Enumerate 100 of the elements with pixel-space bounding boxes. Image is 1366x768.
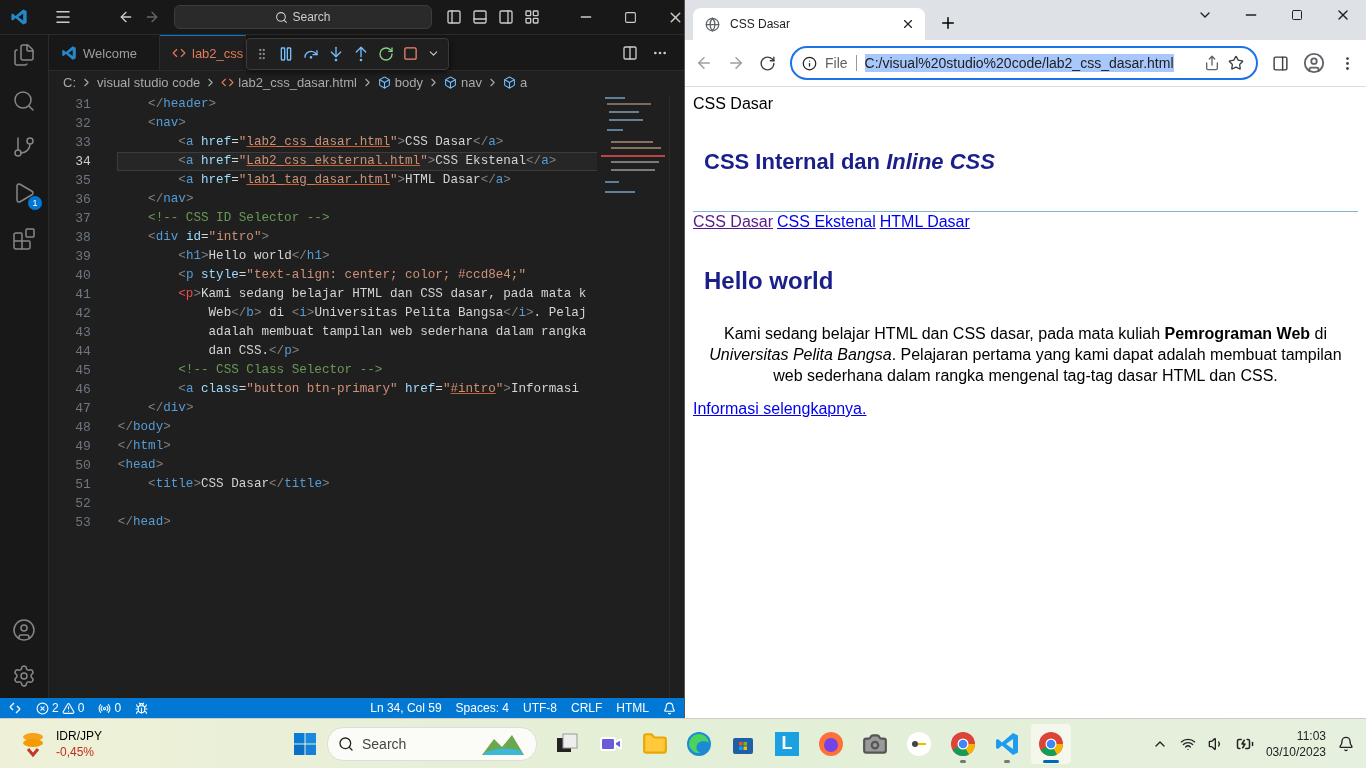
taskbar-search-field[interactable]: Search [327, 726, 537, 761]
code-line: <title>CSS Dasar</title> [147, 476, 331, 493]
line-number: 35 [74, 172, 91, 190]
warning-icon [61, 701, 75, 715]
bell-icon[interactable] [663, 701, 676, 715]
code-line: </header> [147, 96, 218, 113]
chrome-icon [1038, 730, 1064, 757]
restart-icon[interactable] [378, 45, 395, 62]
line-number: 48 [74, 419, 91, 437]
code-line: <!-- CSS Class Selector --> [177, 362, 384, 379]
split-editor-icon[interactable] [622, 44, 638, 61]
search-icon[interactable] [12, 89, 36, 113]
editor-tab[interactable]: lab2_css [160, 35, 247, 70]
forward-icon[interactable] [144, 9, 160, 25]
line-number: 53 [74, 514, 91, 532]
panel-bottom-icon[interactable] [472, 9, 488, 25]
address-bar[interactable]: File C:/visual%20studio%20code/lab2_css_dasar.html [790, 46, 1258, 80]
indent-status[interactable]: Spaces: 4 [455, 701, 509, 715]
running-indicator [1043, 759, 1059, 763]
code-line: <p style="text-align: center; color; #ccd8e4;" [177, 267, 527, 284]
ports-status[interactable]: 0 [98, 701, 122, 715]
code-line: <p>Kami sedang belajar HTML dan CSS dasar, pada mata k [177, 286, 588, 303]
line-number: 37 [74, 210, 91, 228]
code-line: <a class="button btn-primary" href="#intro">Informasi [177, 381, 580, 398]
cursor-position[interactable]: Ln 34, Col 59 [370, 701, 442, 715]
chrome-icon [950, 730, 976, 757]
line-number: 49 [74, 438, 91, 456]
line-number: 34 [74, 153, 91, 171]
line-number: 51 [74, 476, 91, 494]
breadcrumb-item[interactable]: C: [63, 74, 76, 90]
breadcrumb-item[interactable]: a [520, 74, 528, 90]
new-tab-icon[interactable] [939, 14, 957, 32]
code-line: dan CSS.</p> [207, 343, 301, 360]
language-status[interactable]: HTML [616, 701, 649, 715]
running-indicator [960, 759, 966, 763]
nav-link[interactable]: CSS Ekstenal [777, 213, 876, 231]
back-icon[interactable] [118, 9, 134, 25]
ticker-label: IDR/JPY [56, 727, 102, 744]
line-number: 45 [74, 362, 91, 380]
reload-icon[interactable] [759, 54, 776, 72]
breadcrumb-item[interactable]: visual studio code [97, 74, 201, 90]
browser-tab[interactable]: CSS Dasar [693, 8, 925, 40]
breadcrumb-item[interactable]: body [394, 74, 424, 90]
line-number: 32 [74, 115, 91, 133]
settings-icon[interactable] [12, 664, 36, 688]
clock[interactable]: 11:03 03/10/2023 [1265, 727, 1326, 760]
files-icon[interactable] [12, 43, 36, 67]
share-icon[interactable] [1204, 55, 1220, 71]
line-number: 46 [74, 381, 91, 399]
line-number: 43 [74, 324, 91, 342]
windows-start-icon[interactable] [293, 731, 317, 756]
command-search-field[interactable]: Search [174, 5, 432, 29]
forward-icon[interactable] [727, 54, 745, 72]
blocks-icon[interactable] [12, 227, 36, 251]
line-number: 31 [74, 96, 91, 114]
code-line: <a href="lab2_css_dasar.html">CSS Dasar</a> [177, 134, 505, 151]
vscode-logo-icon [10, 8, 28, 26]
stop-icon[interactable] [403, 46, 419, 61]
cube-icon [503, 75, 517, 89]
paragraph: Kami sedang belajar HTML dan CSS dasar, pada mata kuliah Pemrograman Web di Universitas Pelita Bangsa. Pelajaran pertama yang kami dapat adalah membuat tampilan web sederhana dalam rangka mengenal tag-tag dasar HTML dan CSS. [708, 324, 1343, 386]
side-panel-icon[interactable] [1272, 54, 1289, 72]
layout-icon[interactable] [524, 9, 540, 25]
branch-icon[interactable] [12, 135, 36, 159]
notification-icon[interactable] [1338, 735, 1354, 752]
breadcrumb-item[interactable]: nav [461, 74, 483, 90]
cube-icon [444, 75, 458, 89]
profile-icon[interactable] [1303, 52, 1325, 74]
code-line: </div> [147, 400, 195, 417]
line-number: 40 [74, 267, 91, 285]
problems-status[interactable]: 2 0 [36, 701, 85, 715]
code-line: <!-- CSS ID Selector --> [147, 210, 331, 227]
panel-left-icon[interactable] [446, 9, 462, 25]
code-line: Web</b> di <i>Universitas Pelita Bangsa</i>. Pelaj [207, 305, 588, 322]
nav-link[interactable]: CSS Dasar [693, 213, 774, 231]
line-number: 39 [74, 248, 91, 266]
panel-right-icon[interactable] [498, 9, 514, 25]
bookmark-icon[interactable] [1228, 55, 1244, 71]
search-icon [275, 10, 289, 24]
broadcast-icon [98, 701, 112, 715]
account-icon[interactable] [12, 618, 36, 642]
running-indicator [1004, 759, 1010, 763]
remote-icon[interactable] [8, 701, 22, 715]
breadcrumb-item[interactable]: lab2_css_dasar.html [238, 74, 357, 90]
more-info-link[interactable]: Informasi selengkapnya. [693, 400, 867, 417]
line-number: 47 [74, 400, 91, 418]
line-number: 44 [74, 343, 91, 361]
encoding-status[interactable]: UTF-8 [523, 701, 557, 715]
line-number: 42 [74, 305, 91, 323]
code-line: <head> [116, 457, 165, 474]
nav-link[interactable]: HTML Dasar [879, 213, 970, 231]
menu-icon[interactable] [54, 8, 72, 26]
vscode-icon [994, 730, 1020, 757]
line-number: 50 [74, 457, 91, 475]
maximize-icon[interactable] [1291, 9, 1303, 21]
code-line: <div id="intro"> [147, 229, 271, 246]
close-tab-icon[interactable] [901, 17, 915, 31]
debug-icon[interactable] [135, 701, 149, 715]
code-line: </head> [116, 514, 172, 531]
heading: Hello world [704, 267, 835, 295]
line-ending-status[interactable]: CRLF [571, 701, 603, 715]
